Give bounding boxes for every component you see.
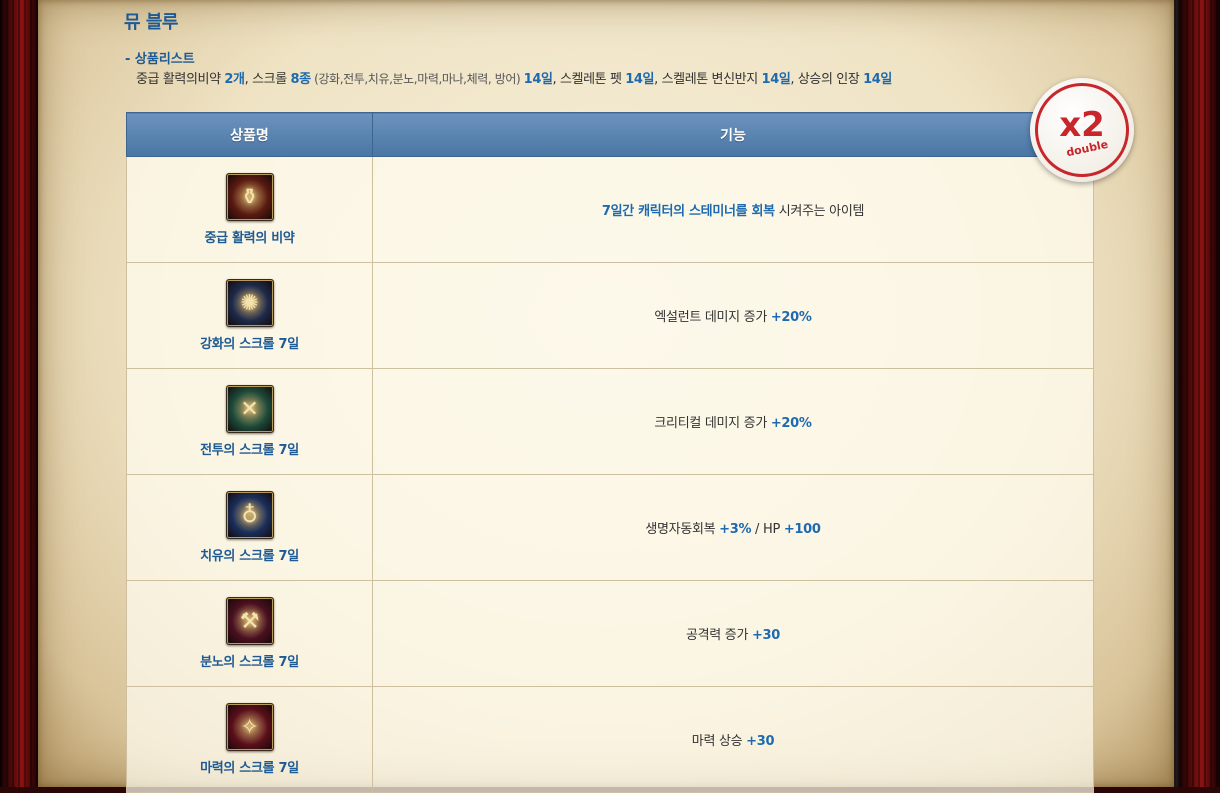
page-title: 뮤 블루 (124, 12, 178, 33)
function-text: 마력 상승 (691, 734, 747, 749)
function-cell: 마력 상승 +30 (372, 686, 1094, 793)
summary-fragment: , 스크롤 (244, 72, 291, 87)
function-cell: 7일간 캐릭터의 스테미너를 회복 시켜주는 아이템 (372, 156, 1094, 263)
scroll-rage-icon: ⚒ (225, 597, 274, 645)
table-row: ⚱ 중급 활력의 비약 7일간 캐릭터의 스테미너를 회복 시켜주는 아이템 (126, 156, 1094, 263)
table-row: ✧ 마력의 스크롤 7일 마력 상승 +30 (126, 686, 1094, 793)
badge-multiplier: x2 (1059, 104, 1105, 145)
function-text: 7일간 캐릭터의 스테미너를 회복 (601, 204, 775, 219)
function-text: +20% (770, 416, 812, 431)
scroll-magic-icon: ✧ (225, 703, 274, 751)
table-row: ⚒ 분노의 스크롤 7일 공격력 증가 +30 (126, 580, 1094, 687)
product-list-heading: - 상품리스트 (125, 52, 195, 67)
product-name: 분노의 스크롤 7일 (200, 655, 299, 670)
summary-fragment: 중급 활력의비약 (136, 72, 225, 87)
product-name: 전투의 스크롤 7일 (200, 443, 299, 458)
product-name-cell: ✺ 강화의 스크롤 7일 (126, 262, 373, 369)
double-badge: x2 double (1030, 78, 1134, 182)
function-text: 시켜주는 아이템 (774, 204, 865, 219)
product-name-cell: ⚱ 중급 활력의 비약 (126, 156, 373, 263)
function-text: +20% (770, 310, 812, 325)
product-name-cell: ♁ 치유의 스크롤 7일 (126, 474, 373, 581)
function-text: 생명자동회복 (645, 522, 720, 537)
product-name-cell: ⚒ 분노의 스크롤 7일 (126, 580, 373, 687)
summary-fragment: 14일 (761, 72, 791, 87)
table-row: ✺ 강화의 스크롤 7일 엑설런트 데미지 증가 +20% (126, 262, 1094, 369)
function-text: +3% (719, 522, 752, 537)
scroll-battle-icon-glyph: ✕ (240, 396, 259, 422)
summary-fragment: 2개 (224, 72, 245, 87)
product-name: 마력의 스크롤 7일 (200, 761, 299, 776)
function-text: 공격력 증가 (685, 628, 752, 643)
table-row: ✕ 전투의 스크롤 7일 크리티컬 데미지 증가 +20% (126, 368, 1094, 475)
summary-fragment: (강화,전투,치유,분노,마력,마나,체력, 방어) (310, 72, 524, 86)
product-name: 중급 활력의 비약 (204, 231, 295, 246)
scroll-battle-icon: ✕ (225, 385, 274, 433)
product-name: 치유의 스크롤 7일 (200, 549, 299, 564)
scroll-enhance-icon: ✺ (225, 279, 274, 327)
summary-fragment: , 스켈레톤 변신반지 (654, 72, 762, 87)
product-name: 강화의 스크롤 7일 (200, 337, 299, 352)
product-name-cell: ✧ 마력의 스크롤 7일 (126, 686, 373, 793)
summary-fragment: 14일 (523, 72, 553, 87)
function-text: +100 (783, 522, 821, 537)
function-text: / HP (751, 522, 784, 537)
header-product-name: 상품명 (126, 112, 373, 157)
function-text: 크리티컬 데미지 증가 (654, 416, 771, 431)
double-badge-ring: x2 double (1035, 83, 1129, 177)
scroll-heal-icon-glyph: ♁ (241, 502, 258, 528)
function-cell: 생명자동회복 +3% / HP +100 (372, 474, 1094, 581)
function-text: +30 (751, 628, 781, 643)
summary-fragment: , 상승의 인장 (790, 72, 864, 87)
table-header-row: 상품명 기능 (126, 112, 1094, 157)
scroll-rage-icon-glyph: ⚒ (239, 608, 260, 634)
function-text: 엑설런트 데미지 증가 (654, 310, 771, 325)
function-text: +30 (746, 734, 775, 749)
table-row: ♁ 치유의 스크롤 7일 생명자동회복 +3% / HP +100 (126, 474, 1094, 581)
function-cell: 엑설런트 데미지 증가 +20% (372, 262, 1094, 369)
summary-fragment: , 스켈레톤 펫 (552, 72, 626, 87)
scroll-enhance-icon-glyph: ✺ (240, 290, 259, 316)
function-cell: 공격력 증가 +30 (372, 580, 1094, 687)
product-table: 상품명 기능 ⚱ 중급 활력의 비약 7일간 캐릭터의 스테미너를 회복 시켜주는 … (126, 112, 1094, 793)
product-list-summary: 중급 활력의비약 2개, 스크롤 8종 (강화,전투,치유,분노,마력,마나,체… (136, 68, 892, 87)
right-frame (1174, 0, 1220, 787)
header-function: 기능 (372, 112, 1094, 157)
left-frame (0, 0, 40, 787)
function-cell: 크리티컬 데미지 증가 +20% (372, 368, 1094, 475)
summary-fragment: 14일 (625, 72, 655, 87)
potion-icon-glyph: ⚱ (240, 184, 259, 210)
scroll-heal-icon: ♁ (225, 491, 274, 539)
scroll-magic-icon-glyph: ✧ (240, 714, 259, 740)
product-name-cell: ✕ 전투의 스크롤 7일 (126, 368, 373, 475)
potion-icon: ⚱ (225, 173, 274, 221)
summary-fragment: 14일 (863, 72, 892, 87)
summary-fragment: 8종 (290, 72, 312, 87)
